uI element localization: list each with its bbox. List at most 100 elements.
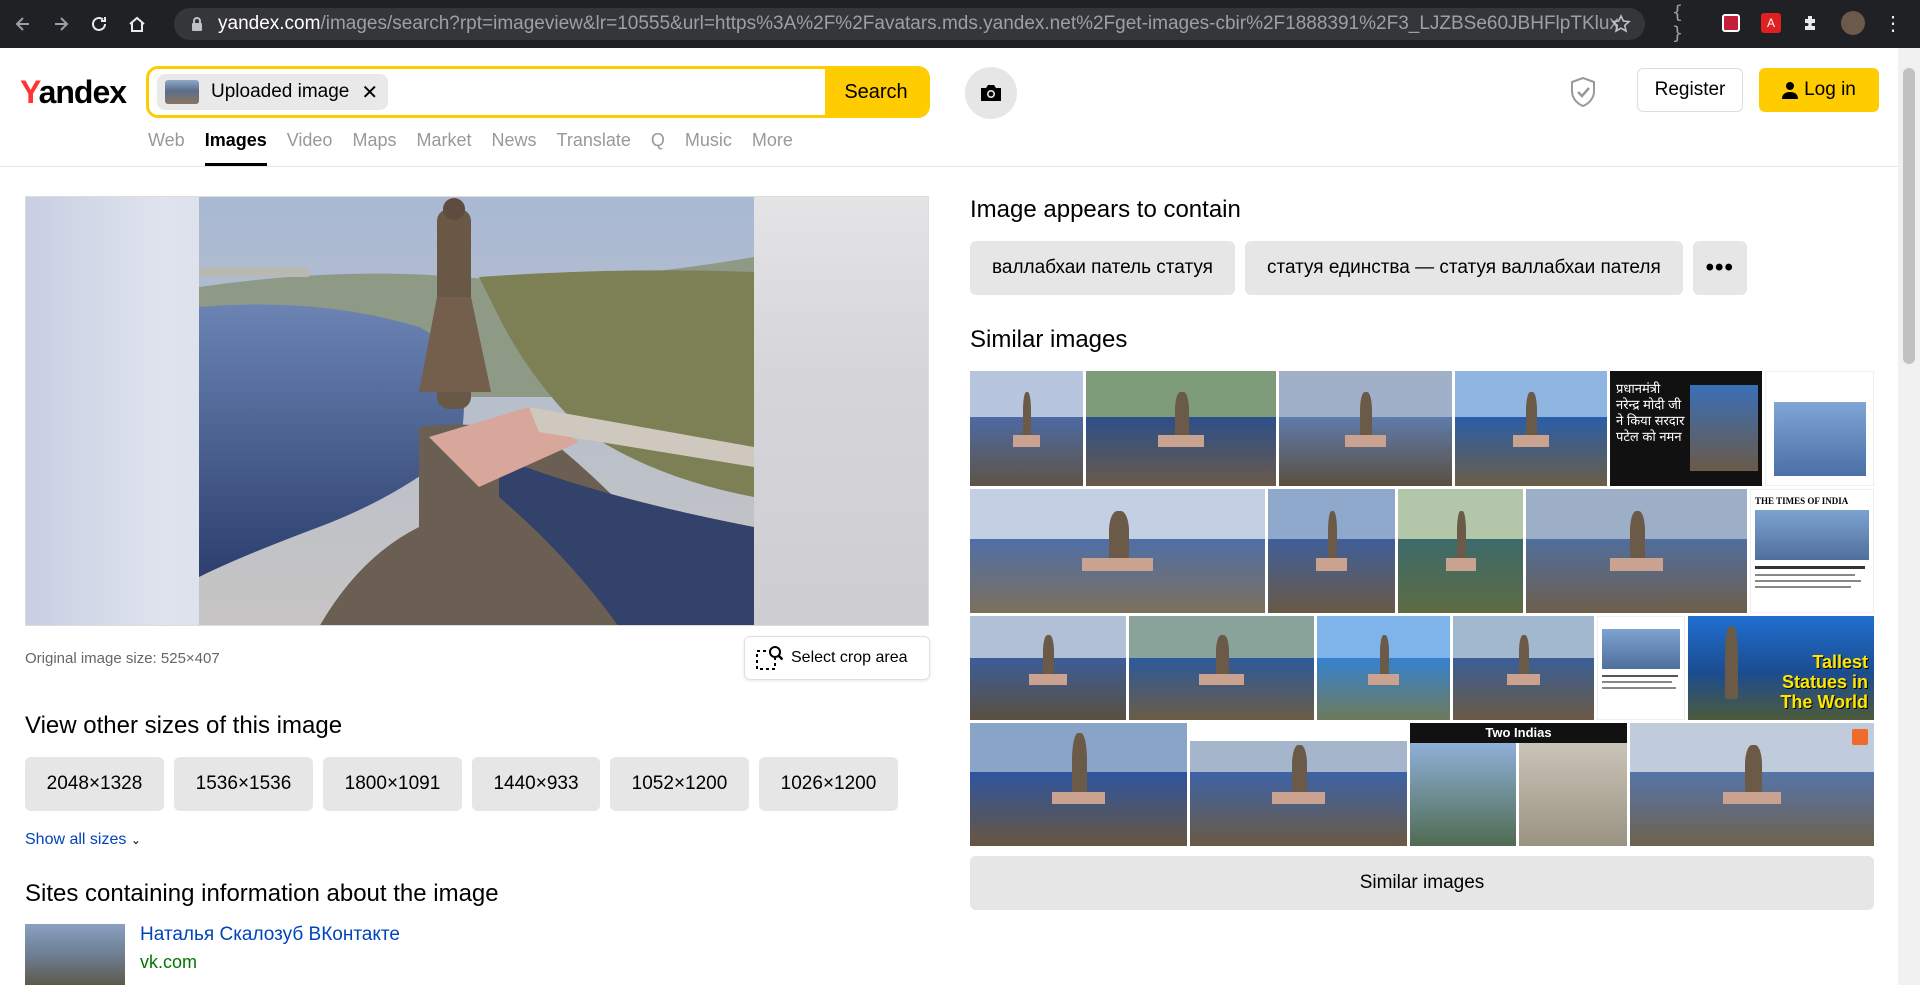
similar-image-tile[interactable]: THE TIMES OF INDIA [1750, 489, 1874, 613]
size-button[interactable]: 1440×933 [472, 757, 600, 811]
url-path: /images/search?rpt=imageview&lr=10555&ur… [320, 13, 1618, 34]
page-scrollbar[interactable] [1898, 48, 1920, 985]
similar-image-tile[interactable] [1630, 723, 1874, 846]
size-button[interactable]: 1800×1091 [323, 757, 462, 811]
shield-check-icon[interactable] [1568, 76, 1598, 108]
similar-image-tile[interactable] [1765, 371, 1874, 486]
crop-select-icon [756, 646, 783, 670]
tile-caption: Two Indias [1410, 723, 1627, 743]
tile-caption: THE TIMES OF INDIA [1755, 496, 1849, 506]
camera-icon [981, 85, 1001, 101]
similar-image-tile[interactable] [1129, 616, 1314, 720]
remove-image-icon[interactable]: ✕ [361, 80, 378, 105]
search-button[interactable]: Search [825, 69, 927, 115]
profile-avatar[interactable] [1840, 10, 1866, 36]
show-all-sizes-link[interactable]: Show all sizes ⌄ [25, 831, 141, 849]
scrollbar-thumb[interactable] [1903, 68, 1915, 364]
tile-caption: प्रधानमंत्री नरेन्द्र मोदी जी ने किया सर… [1616, 381, 1685, 444]
similar-image-tile[interactable] [1268, 489, 1395, 613]
object-tag[interactable]: статуя единства — статуя валлабхаи пател… [1244, 241, 1683, 295]
tab-more[interactable]: More [752, 130, 793, 166]
contains-heading: Image appears to contain [970, 196, 1241, 223]
similar-images-grid: प्रधानमंत्री नरेन्द्र मोदी जी ने किया सर… [970, 371, 1874, 846]
tab-q[interactable]: Q [651, 130, 665, 166]
similar-image-tile[interactable] [970, 723, 1187, 846]
more-tags-button[interactable]: ••• [1692, 241, 1747, 295]
similar-image-tile[interactable] [1453, 616, 1594, 720]
site-title-link[interactable]: Наталья Скалозуб ВКонтакте [140, 924, 400, 946]
similar-image-tile[interactable] [970, 616, 1126, 720]
similar-image-tile[interactable] [1086, 371, 1276, 486]
extensions-puzzle-icon[interactable] [1798, 10, 1824, 36]
similar-image-tile[interactable] [1398, 489, 1523, 613]
site-result[interactable]: Наталья Скалозуб ВКонтакте vk.com [25, 924, 925, 985]
site-thumbnail[interactable] [25, 924, 125, 985]
object-tags: валлабхаи патель статуя статуя единства … [970, 241, 1757, 295]
extension-code-icon[interactable]: { } [1672, 2, 1698, 44]
size-button[interactable]: 1026×1200 [759, 757, 898, 811]
tab-images[interactable]: Images [204, 130, 267, 166]
search-tabs: Web Images Video Maps Market News Transl… [148, 130, 813, 166]
tab-market[interactable]: Market [416, 130, 471, 166]
size-options: 2048×1328 1536×1536 1800×1091 1440×933 1… [25, 757, 908, 811]
similar-image-tile[interactable]: प्रधानमंत्री नरेन्द्र मोदी जी ने किया सर… [1610, 371, 1762, 486]
register-button[interactable]: Register [1637, 68, 1743, 112]
browser-menu-icon[interactable]: ⋮ [1880, 10, 1906, 36]
address-bar[interactable]: yandex.com/images/search?rpt=imageview&l… [174, 8, 1645, 40]
tile-caption: Tallest Statues in The World [1780, 652, 1868, 712]
similar-image-tile[interactable]: Tallest Statues in The World [1688, 616, 1874, 720]
search-box[interactable]: Uploaded image ✕ Search [146, 66, 930, 118]
uploaded-image-chip[interactable]: Uploaded image ✕ [157, 74, 389, 110]
similar-image-tile[interactable] [1279, 371, 1452, 486]
similar-image-tile[interactable] [970, 489, 1265, 613]
size-button[interactable]: 1052×1200 [610, 757, 749, 811]
similar-image-tile[interactable] [1597, 616, 1685, 720]
extension-pocket-icon[interactable] [1718, 10, 1744, 36]
url-text: yandex.com/images/search?rpt=imageview&l… [218, 13, 1618, 35]
more-similar-images-button[interactable]: Similar images [970, 856, 1874, 910]
image-blur-fill [754, 197, 928, 625]
tab-maps[interactable]: Maps [352, 130, 396, 166]
tab-news[interactable]: News [491, 130, 536, 166]
forward-icon[interactable] [46, 9, 76, 39]
extension-pdf-label: A [1761, 13, 1781, 33]
size-button[interactable]: 1536×1536 [174, 757, 313, 811]
size-button[interactable]: 2048×1328 [25, 757, 164, 811]
tab-web[interactable]: Web [148, 130, 185, 166]
site-url[interactable]: vk.com [140, 952, 197, 973]
sites-heading: Sites containing information about the i… [25, 880, 499, 907]
back-icon[interactable] [8, 9, 38, 39]
similar-image-tile[interactable] [1190, 723, 1407, 846]
similar-images-heading: Similar images [970, 326, 1128, 353]
url-host: yandex.com [218, 13, 321, 34]
select-crop-area-button[interactable]: Select crop area [744, 636, 930, 680]
login-button[interactable]: Log in [1759, 68, 1879, 112]
home-icon[interactable] [122, 9, 152, 39]
camera-search-button[interactable] [965, 67, 1017, 119]
original-image-size: Original image size: 525×407 [25, 650, 220, 667]
tab-translate[interactable]: Translate [557, 130, 631, 166]
similar-image-tile[interactable] [1317, 616, 1450, 720]
similar-image-tile[interactable] [1526, 489, 1747, 613]
object-tag[interactable]: валлабхаи патель статуя [970, 241, 1235, 295]
bookmark-star-icon[interactable] [1611, 14, 1631, 34]
show-all-sizes-label: Show all sizes [25, 831, 127, 848]
extension-pdf-icon[interactable]: A [1758, 10, 1784, 36]
tab-music[interactable]: Music [685, 130, 732, 166]
other-sizes-heading: View other sizes of this image [25, 712, 343, 739]
login-label: Log in [1804, 79, 1856, 100]
similar-image-tile[interactable] [1455, 371, 1607, 486]
similar-image-tile[interactable]: Two Indias [1410, 723, 1627, 846]
tab-video[interactable]: Video [287, 130, 333, 166]
similar-image-tile[interactable] [970, 371, 1083, 486]
chevron-down-icon: ⌄ [130, 833, 141, 847]
yandex-logo[interactable]: Yandex [20, 74, 127, 111]
select-crop-area-label: Select crop area [791, 649, 908, 666]
lock-icon [192, 17, 202, 31]
reload-icon[interactable] [84, 9, 114, 39]
site-header: Yandex Uploaded image ✕ Search Register … [0, 48, 1898, 167]
uploaded-image-preview[interactable] [25, 196, 929, 626]
browser-toolbar: yandex.com/images/search?rpt=imageview&l… [0, 0, 1920, 48]
uploaded-image-thumbnail [165, 80, 199, 104]
user-icon [1782, 82, 1799, 99]
